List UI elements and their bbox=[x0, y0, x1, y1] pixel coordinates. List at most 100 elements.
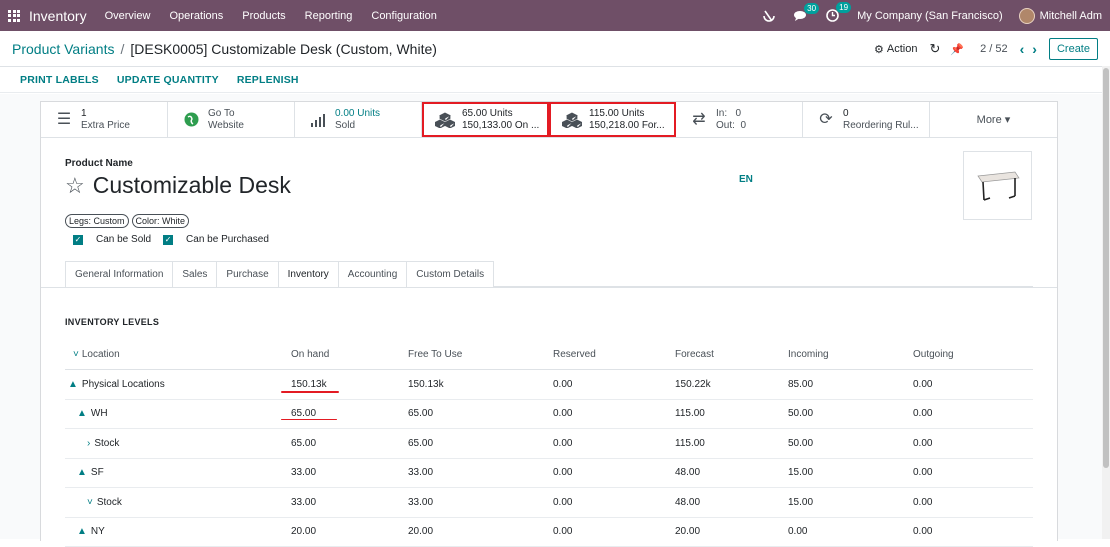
pager-next-icon[interactable]: › bbox=[1032, 41, 1037, 57]
free-to-use-cell: 65.00 bbox=[408, 408, 553, 419]
go-to-website-button[interactable]: Go ToWebsite bbox=[168, 102, 295, 137]
chat-icon[interactable]: 30 bbox=[794, 10, 808, 22]
on-hand-cell: 33.00 bbox=[291, 467, 408, 478]
globe-icon bbox=[180, 112, 202, 127]
menu-overview[interactable]: Overview bbox=[105, 10, 151, 22]
tab-custom-details[interactable]: Custom Details bbox=[406, 261, 494, 287]
red-underline-annotation bbox=[281, 419, 337, 421]
more-button[interactable]: More ▾ bbox=[930, 102, 1057, 137]
location-cell[interactable]: ▲ WH bbox=[65, 408, 291, 419]
smart-label: 150,133.00 On ... bbox=[462, 120, 544, 132]
action-menu[interactable]: ⚙Action bbox=[874, 43, 917, 56]
location-cell[interactable]: ˅Stock bbox=[65, 497, 291, 508]
incoming-cell: 15.00 bbox=[788, 497, 913, 508]
incoming-cell: 85.00 bbox=[788, 379, 913, 390]
reordering-rules-button[interactable]: ⟳ 0Reordering Rul... bbox=[803, 102, 930, 137]
expand-icon[interactable]: ▲ bbox=[77, 467, 87, 478]
location-cell[interactable]: ▲SF bbox=[65, 467, 291, 478]
tab-general-information[interactable]: General Information bbox=[65, 261, 173, 287]
company-switcher[interactable]: My Company (San Francisco) bbox=[857, 10, 1003, 22]
user-menu[interactable]: Mitchell Adm bbox=[1040, 10, 1102, 22]
tab-inventory[interactable]: Inventory bbox=[278, 261, 339, 288]
location-name: Stock bbox=[94, 438, 119, 449]
forecasted-button[interactable]: 115.00 Units150,218.00 For... bbox=[549, 102, 676, 137]
pin-icon[interactable]: 📌 bbox=[950, 43, 964, 56]
expand-icon[interactable]: ▲ bbox=[77, 526, 87, 537]
expand-icon[interactable]: ▲ bbox=[77, 408, 87, 419]
menu-operations[interactable]: Operations bbox=[169, 10, 223, 22]
reserved-cell: 0.00 bbox=[553, 438, 675, 449]
gear-icon: ⚙ bbox=[874, 43, 884, 56]
breadcrumb-separator: / bbox=[120, 41, 124, 57]
scrollbar[interactable] bbox=[1102, 66, 1110, 539]
replenish-button[interactable]: REPLENISH bbox=[237, 74, 299, 86]
in-out-button[interactable]: ⇄ In: 0Out: 0 bbox=[676, 102, 803, 137]
can-be-purchased-checkbox[interactable]: ✓ bbox=[163, 235, 173, 245]
location-cell[interactable]: ▲NY bbox=[65, 526, 291, 537]
pager-previous-icon[interactable]: ‹ bbox=[1020, 41, 1025, 57]
expand-icon[interactable]: ˅ bbox=[87, 497, 93, 508]
clock-icon[interactable]: 19 bbox=[826, 9, 839, 22]
sold-button[interactable]: 0.00 UnitsSold bbox=[295, 102, 422, 137]
cubes-icon bbox=[434, 112, 456, 128]
location-name: Physical Locations bbox=[82, 379, 165, 390]
table-row[interactable]: ›Stock65.0065.000.00115.0050.000.00 bbox=[65, 429, 1033, 459]
update-quantity-button[interactable]: UPDATE QUANTITY bbox=[117, 74, 219, 86]
table-row[interactable]: ▲WH65.0065.000.00115.0050.000.00 bbox=[65, 400, 1033, 430]
breadcrumb-parent[interactable]: Product Variants bbox=[12, 41, 114, 57]
on-hand-cell: 150.13k bbox=[291, 379, 408, 390]
product-name[interactable]: Customizable Desk bbox=[93, 172, 291, 199]
on-hand-button[interactable]: 65.00 Units150,133.00 On ... bbox=[422, 102, 549, 137]
product-image[interactable] bbox=[963, 151, 1032, 220]
notebook-tabs: General Information Sales Purchase Inven… bbox=[65, 261, 1033, 287]
expand-icon[interactable]: ▲ bbox=[68, 379, 78, 390]
cubes-icon bbox=[561, 112, 583, 128]
tab-sales[interactable]: Sales bbox=[172, 261, 217, 287]
free-to-use-cell: 33.00 bbox=[408, 497, 553, 508]
free-to-use-cell: 65.00 bbox=[408, 438, 553, 449]
app-menu-icon[interactable] bbox=[8, 10, 20, 22]
menu-reporting[interactable]: Reporting bbox=[305, 10, 353, 22]
location-cell[interactable]: ▲ Physical Locations bbox=[65, 379, 291, 390]
table-row[interactable]: ▲SF33.0033.000.0048.0015.000.00 bbox=[65, 459, 1033, 489]
smart-value: In: 0 bbox=[716, 108, 798, 120]
menu-products[interactable]: Products bbox=[242, 10, 285, 22]
language-indicator[interactable]: EN bbox=[739, 174, 753, 185]
reserved-cell: 0.00 bbox=[553, 526, 675, 537]
incoming-cell: 50.00 bbox=[788, 408, 913, 419]
header-label: Location bbox=[82, 349, 120, 360]
smart-label: Reordering Rul... bbox=[843, 120, 925, 132]
inventory-section: INVENTORY LEVELS ˅Location On hand Free … bbox=[41, 287, 1057, 547]
reserved-cell: 0.00 bbox=[553, 467, 675, 478]
voip-icon[interactable] bbox=[762, 9, 776, 23]
star-icon[interactable]: ☆ bbox=[65, 173, 85, 199]
tab-purchase[interactable]: Purchase bbox=[216, 261, 278, 287]
table-row[interactable]: ▲Physical Locations150.13k150.13k0.00150… bbox=[65, 370, 1033, 400]
table-row[interactable]: ˅Stock33.0033.000.0048.0015.000.00 bbox=[65, 488, 1033, 518]
menu-configuration[interactable]: Configuration bbox=[371, 10, 436, 22]
tag-legs[interactable]: Legs: Custom bbox=[65, 214, 129, 228]
location-name: WH bbox=[91, 408, 108, 419]
expand-icon[interactable]: › bbox=[87, 438, 90, 449]
avatar[interactable] bbox=[1019, 8, 1035, 24]
extra-price-button[interactable]: ☰ 1Extra Price bbox=[41, 102, 168, 137]
print-labels-button[interactable]: PRINT LABELS bbox=[20, 74, 99, 86]
free-to-use-cell: 150.13k bbox=[408, 379, 553, 390]
can-be-purchased-label: Can be Purchased bbox=[186, 234, 269, 245]
tab-accounting[interactable]: Accounting bbox=[338, 261, 407, 287]
table-row[interactable]: ▲NY20.0020.000.0020.000.000.00 bbox=[65, 518, 1033, 547]
pager-value[interactable]: 2 / 52 bbox=[980, 43, 1008, 55]
navbar: Inventory Overview Operations Products R… bbox=[0, 0, 1110, 31]
app-name[interactable]: Inventory bbox=[29, 8, 87, 24]
create-button[interactable]: Create bbox=[1049, 38, 1098, 60]
sync-icon[interactable]: ↻ bbox=[929, 41, 940, 57]
smart-value: 0.00 Units bbox=[335, 108, 417, 120]
location-header[interactable]: ˅Location bbox=[65, 349, 291, 360]
clock-badge: 19 bbox=[836, 2, 851, 13]
smart-value: 1 bbox=[81, 108, 163, 120]
tag-color[interactable]: Color: White bbox=[132, 214, 190, 228]
location-cell[interactable]: › Stock bbox=[65, 438, 291, 449]
can-be-sold-checkbox[interactable]: ✓ bbox=[73, 235, 83, 245]
inventory-levels-title: INVENTORY LEVELS bbox=[65, 317, 159, 327]
form-sheet: ☰ 1Extra Price Go ToWebsite 0.00 UnitsSo… bbox=[40, 101, 1058, 541]
